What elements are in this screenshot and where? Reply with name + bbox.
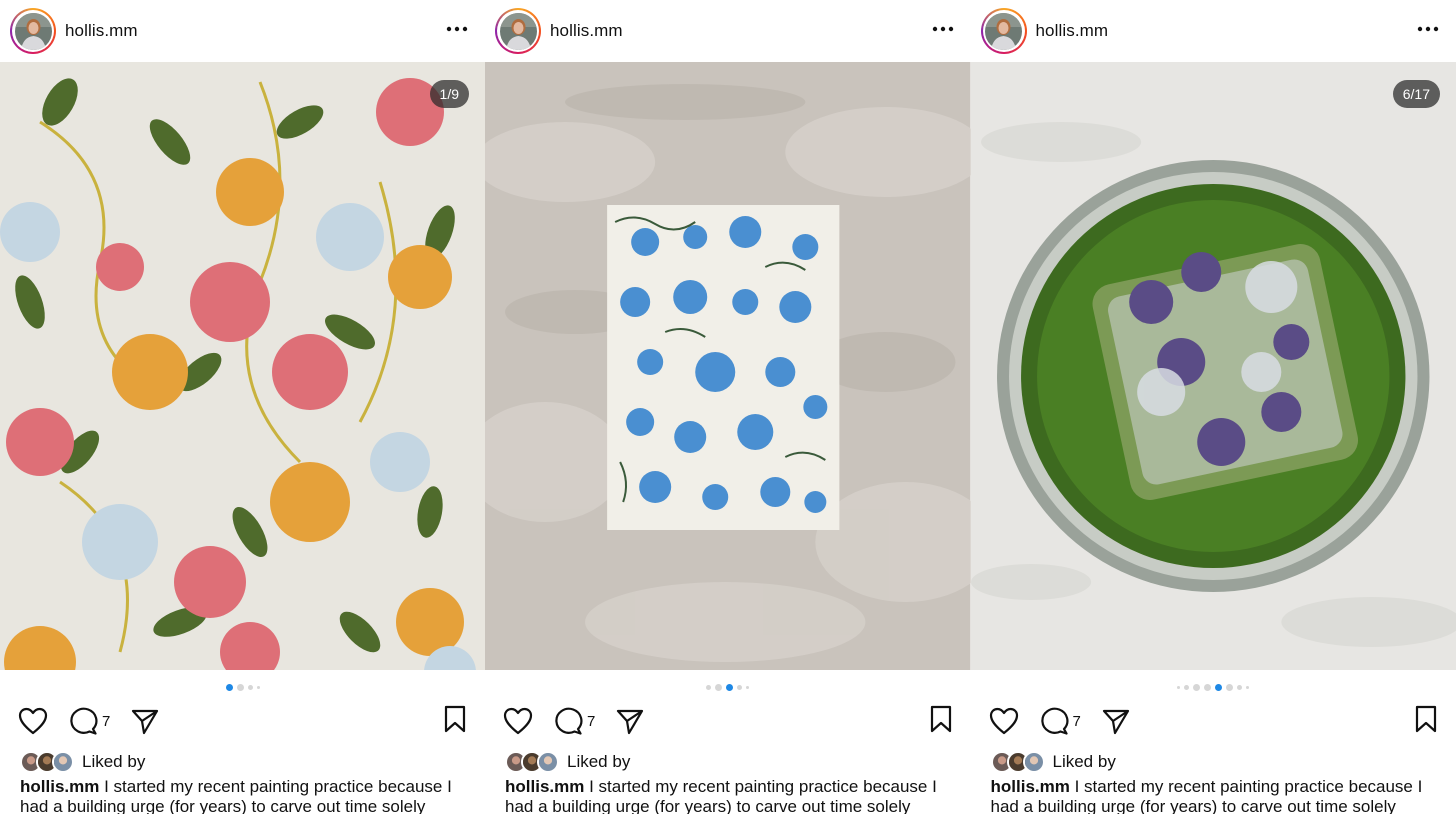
carousel-dots xyxy=(0,684,485,691)
liked-by-text: Liked by xyxy=(1052,752,1116,771)
post-caption: hollis.mm I started my recent painting p… xyxy=(505,777,959,814)
more-options-icon[interactable] xyxy=(443,18,471,40)
comment-count: 7 xyxy=(102,712,111,730)
carousel-dot xyxy=(1177,686,1181,689)
bookmark-icon xyxy=(930,705,951,732)
carousel-dot xyxy=(715,684,723,691)
carousel-dot xyxy=(225,684,233,691)
avatar-image xyxy=(14,12,52,50)
caption-username[interactable]: hollis.mm xyxy=(20,777,99,796)
share-button[interactable] xyxy=(615,707,645,735)
blue-flower-card-image xyxy=(485,62,971,670)
carousel-dot xyxy=(1184,685,1190,690)
carousel-dot xyxy=(1193,684,1201,691)
comment-button[interactable]: 7 xyxy=(553,707,595,735)
bookmark-icon xyxy=(1415,705,1437,732)
carousel-dots xyxy=(971,684,1456,691)
comment-count: 7 xyxy=(587,712,596,730)
feed: hollis.mm 1/9 7 Liked by hollis.mm I sta… xyxy=(0,0,1456,814)
carousel-dot xyxy=(1215,684,1223,691)
post-caption: hollis.mm I started my recent painting p… xyxy=(991,777,1445,814)
liked-by-row[interactable]: Liked by xyxy=(20,751,145,773)
post-card: hollis.mm xyxy=(970,0,1456,814)
carousel-dot xyxy=(1226,684,1234,691)
caption-username[interactable]: hollis.mm xyxy=(991,777,1070,796)
avatar xyxy=(1022,751,1045,773)
comment-icon xyxy=(555,707,583,735)
like-button[interactable] xyxy=(989,707,1019,735)
carousel-dot xyxy=(1204,684,1212,691)
carousel-dot xyxy=(726,684,734,691)
more-options-icon[interactable] xyxy=(929,18,957,40)
avatar[interactable] xyxy=(10,8,56,54)
bookmark-icon xyxy=(444,705,466,732)
comment-icon xyxy=(1040,707,1068,735)
image-counter-badge: 6/17 xyxy=(1392,80,1440,108)
save-button[interactable] xyxy=(443,705,467,738)
comment-button[interactable]: 7 xyxy=(68,707,110,735)
liker-avatars xyxy=(505,751,559,773)
matcha-drink-image xyxy=(970,62,1456,670)
liked-by-row[interactable]: Liked by xyxy=(990,751,1116,773)
liked-by-text: Liked by xyxy=(82,752,146,771)
post-card: hollis.mm xyxy=(485,0,971,814)
username[interactable]: hollis.mm xyxy=(1036,21,1109,41)
post-image[interactable]: 6/17 xyxy=(970,62,1456,670)
carousel-dots xyxy=(485,684,971,691)
more-options-icon[interactable] xyxy=(1414,18,1442,40)
share-button[interactable] xyxy=(130,707,160,735)
save-button[interactable] xyxy=(1414,705,1438,738)
post-image[interactable]: 1/9 xyxy=(0,62,485,670)
like-button[interactable] xyxy=(18,707,48,735)
post-caption: hollis.mm I started my recent painting p… xyxy=(20,777,473,814)
comment-button[interactable]: 7 xyxy=(1039,707,1081,735)
username[interactable]: hollis.mm xyxy=(550,21,623,41)
action-bar: 7 xyxy=(18,705,467,737)
username[interactable]: hollis.mm xyxy=(65,21,138,41)
carousel-dot xyxy=(256,686,260,689)
send-icon xyxy=(132,709,159,735)
send-icon xyxy=(617,709,644,735)
save-button[interactable] xyxy=(929,705,953,738)
share-button[interactable] xyxy=(1101,707,1131,735)
avatar[interactable] xyxy=(980,8,1027,54)
floral-painting-image xyxy=(0,62,485,670)
send-icon xyxy=(1102,709,1129,735)
carousel-dot xyxy=(706,685,712,690)
avatar xyxy=(52,751,74,773)
avatar-image xyxy=(499,12,537,50)
carousel-dot xyxy=(247,685,253,690)
post-header: hollis.mm xyxy=(0,0,485,62)
action-bar: 7 xyxy=(503,705,953,737)
carousel-dot xyxy=(746,686,750,689)
liked-by-text: Liked by xyxy=(567,752,631,771)
caption-username[interactable]: hollis.mm xyxy=(505,777,584,796)
action-bar: 7 xyxy=(989,705,1439,737)
liker-avatars xyxy=(990,751,1045,773)
comment-icon xyxy=(70,707,98,735)
image-counter-badge: 1/9 xyxy=(429,80,469,108)
avatar[interactable] xyxy=(495,8,541,54)
carousel-dot xyxy=(737,685,743,690)
post-image[interactable] xyxy=(485,62,971,670)
avatar-image xyxy=(985,12,1022,50)
carousel-dot xyxy=(1237,685,1243,690)
carousel-dot xyxy=(236,684,244,691)
post-header: hollis.mm xyxy=(971,0,1456,62)
heart-icon xyxy=(989,707,1018,735)
post-header: hollis.mm xyxy=(485,0,971,62)
like-button[interactable] xyxy=(503,707,533,735)
liker-avatars xyxy=(20,751,74,773)
heart-icon xyxy=(503,707,533,735)
post-card: hollis.mm xyxy=(0,0,485,814)
heart-icon xyxy=(18,707,48,735)
liked-by-row[interactable]: Liked by xyxy=(505,751,630,773)
avatar xyxy=(537,751,559,773)
comment-count: 7 xyxy=(1072,712,1081,730)
carousel-dot xyxy=(1246,686,1250,689)
